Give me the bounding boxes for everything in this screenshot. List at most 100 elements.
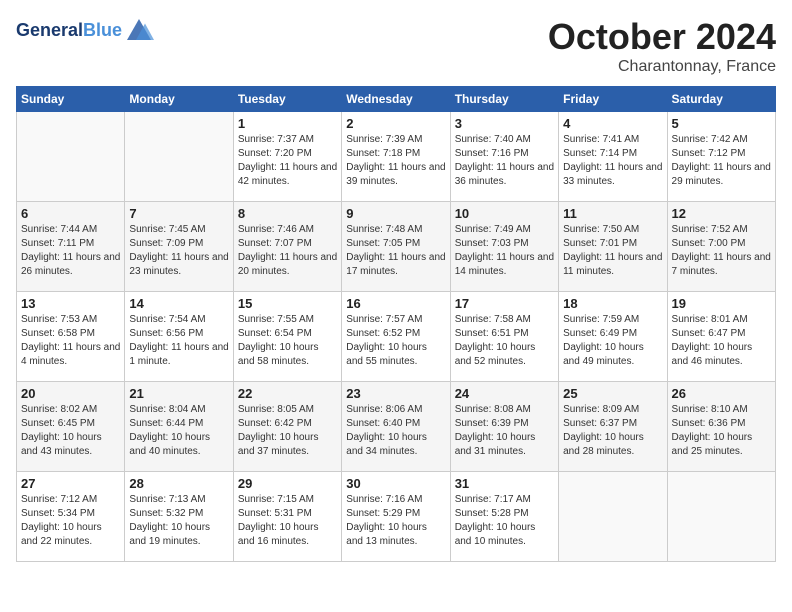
day-cell: 20 Sunrise: 8:02 AMSunset: 6:45 PMDayligh… xyxy=(17,382,125,472)
day-info: Sunrise: 7:58 AMSunset: 6:51 PMDaylight:… xyxy=(455,313,554,369)
day-cell: 26 Sunrise: 8:10 AMSunset: 6:36 PMDayligh… xyxy=(667,382,775,472)
day-info: Sunrise: 7:41 AMSunset: 7:14 PMDaylight:… xyxy=(563,133,662,189)
day-info: Sunrise: 7:53 AMSunset: 6:58 PMDaylight:… xyxy=(21,313,120,369)
day-number: 18 xyxy=(563,296,662,311)
header-cell-sunday: Sunday xyxy=(17,87,125,112)
day-number: 20 xyxy=(21,386,120,401)
day-cell: 10 Sunrise: 7:49 AMSunset: 7:03 PMDayligh… xyxy=(450,202,558,292)
day-info: Sunrise: 7:54 AMSunset: 6:56 PMDaylight:… xyxy=(129,313,228,369)
day-info: Sunrise: 7:13 AMSunset: 5:32 PMDaylight:… xyxy=(129,493,228,549)
day-number: 15 xyxy=(238,296,337,311)
day-cell: 14 Sunrise: 7:54 AMSunset: 6:56 PMDayligh… xyxy=(125,292,233,382)
day-number: 17 xyxy=(455,296,554,311)
header-cell-monday: Monday xyxy=(125,87,233,112)
day-cell: 3 Sunrise: 7:40 AMSunset: 7:16 PMDaylight… xyxy=(450,112,558,202)
day-cell: 25Sunrise: 8:09 AMSunset: 6:37 PMDayligh… xyxy=(559,382,667,472)
day-cell: 8 Sunrise: 7:46 AMSunset: 7:07 PMDaylight… xyxy=(233,202,341,292)
day-info: Sunrise: 8:10 AMSunset: 6:36 PMDaylight:… xyxy=(672,403,771,459)
day-cell: 18Sunrise: 7:59 AMSunset: 6:49 PMDayligh… xyxy=(559,292,667,382)
day-cell: 31Sunrise: 7:17 AMSunset: 5:28 PMDayligh… xyxy=(450,472,558,562)
day-info: Sunrise: 7:49 AMSunset: 7:03 PMDaylight:… xyxy=(455,223,554,279)
header-cell-wednesday: Wednesday xyxy=(342,87,450,112)
day-info: Sunrise: 8:01 AMSunset: 6:47 PMDaylight:… xyxy=(672,313,771,369)
month-title: October 2024 xyxy=(548,16,776,58)
day-cell: 16Sunrise: 7:57 AMSunset: 6:52 PMDayligh… xyxy=(342,292,450,382)
day-cell: 29 Sunrise: 7:15 AMSunset: 5:31 PMDayligh… xyxy=(233,472,341,562)
day-info: Sunrise: 7:42 AMSunset: 7:12 PMDaylight:… xyxy=(672,133,771,189)
day-info: Sunrise: 7:37 AMSunset: 7:20 PMDaylight:… xyxy=(238,133,337,189)
day-info: Sunrise: 7:52 AMSunset: 7:00 PMDaylight:… xyxy=(672,223,771,279)
day-info: Sunrise: 7:45 AMSunset: 7:09 PMDaylight:… xyxy=(129,223,228,279)
header-cell-friday: Friday xyxy=(559,87,667,112)
day-cell: 30 Sunrise: 7:16 AMSunset: 5:29 PMDayligh… xyxy=(342,472,450,562)
day-cell xyxy=(125,112,233,202)
location-title: Charantonnay, France xyxy=(548,58,776,76)
week-row-5: 27Sunrise: 7:12 AMSunset: 5:34 PMDayligh… xyxy=(17,472,776,562)
day-number: 10 xyxy=(455,206,554,221)
day-number: 5 xyxy=(672,116,771,131)
header-cell-saturday: Saturday xyxy=(667,87,775,112)
title-block: October 2024 Charantonnay, France xyxy=(548,16,776,76)
day-number: 31 xyxy=(455,476,554,491)
day-cell: 19 Sunrise: 8:01 AMSunset: 6:47 PMDayligh… xyxy=(667,292,775,382)
day-cell: 4 Sunrise: 7:41 AMSunset: 7:14 PMDaylight… xyxy=(559,112,667,202)
day-info: Sunrise: 7:48 AMSunset: 7:05 PMDaylight:… xyxy=(346,223,445,279)
day-number: 21 xyxy=(129,386,228,401)
day-info: Sunrise: 7:15 AMSunset: 5:31 PMDaylight:… xyxy=(238,493,337,549)
day-info: Sunrise: 7:55 AMSunset: 6:54 PMDaylight:… xyxy=(238,313,337,369)
header-row: SundayMondayTuesdayWednesdayThursdayFrid… xyxy=(17,87,776,112)
day-cell: 21 Sunrise: 8:04 AMSunset: 6:44 PMDayligh… xyxy=(125,382,233,472)
page-header: GeneralBlue October 2024 Charantonnay, F… xyxy=(16,16,776,76)
day-number: 2 xyxy=(346,116,445,131)
day-info: Sunrise: 8:08 AMSunset: 6:39 PMDaylight:… xyxy=(455,403,554,459)
day-cell: 9 Sunrise: 7:48 AMSunset: 7:05 PMDaylight… xyxy=(342,202,450,292)
day-info: Sunrise: 7:12 AMSunset: 5:34 PMDaylight:… xyxy=(21,493,120,549)
day-cell: 15 Sunrise: 7:55 AMSunset: 6:54 PMDayligh… xyxy=(233,292,341,382)
day-cell: 17 Sunrise: 7:58 AMSunset: 6:51 PMDayligh… xyxy=(450,292,558,382)
day-cell: 11Sunrise: 7:50 AMSunset: 7:01 PMDayligh… xyxy=(559,202,667,292)
day-info: Sunrise: 7:50 AMSunset: 7:01 PMDaylight:… xyxy=(563,223,662,279)
header-cell-thursday: Thursday xyxy=(450,87,558,112)
day-number: 3 xyxy=(455,116,554,131)
day-number: 26 xyxy=(672,386,771,401)
calendar-header: SundayMondayTuesdayWednesdayThursdayFrid… xyxy=(17,87,776,112)
day-info: Sunrise: 7:16 AMSunset: 5:29 PMDaylight:… xyxy=(346,493,445,549)
day-info: Sunrise: 7:44 AMSunset: 7:11 PMDaylight:… xyxy=(21,223,120,279)
day-info: Sunrise: 7:46 AMSunset: 7:07 PMDaylight:… xyxy=(238,223,337,279)
day-number: 29 xyxy=(238,476,337,491)
day-info: Sunrise: 8:04 AMSunset: 6:44 PMDaylight:… xyxy=(129,403,228,459)
day-number: 1 xyxy=(238,116,337,131)
day-cell xyxy=(559,472,667,562)
day-number: 4 xyxy=(563,116,662,131)
day-number: 12 xyxy=(672,206,771,221)
day-info: Sunrise: 8:05 AMSunset: 6:42 PMDaylight:… xyxy=(238,403,337,459)
day-number: 25 xyxy=(563,386,662,401)
day-number: 13 xyxy=(21,296,120,311)
day-cell: 28Sunrise: 7:13 AMSunset: 5:32 PMDayligh… xyxy=(125,472,233,562)
day-cell xyxy=(667,472,775,562)
day-info: Sunrise: 7:40 AMSunset: 7:16 PMDaylight:… xyxy=(455,133,554,189)
day-number: 19 xyxy=(672,296,771,311)
day-cell xyxy=(17,112,125,202)
day-cell: 13 Sunrise: 7:53 AMSunset: 6:58 PMDayligh… xyxy=(17,292,125,382)
day-number: 9 xyxy=(346,206,445,221)
logo: GeneralBlue xyxy=(16,16,154,46)
day-cell: 2Sunrise: 7:39 AMSunset: 7:18 PMDaylight… xyxy=(342,112,450,202)
logo-text: GeneralBlue xyxy=(16,21,122,41)
calendar-table: SundayMondayTuesdayWednesdayThursdayFrid… xyxy=(16,86,776,562)
calendar-body: 1 Sunrise: 7:37 AMSunset: 7:20 PMDaylight… xyxy=(17,112,776,562)
day-number: 30 xyxy=(346,476,445,491)
day-number: 14 xyxy=(129,296,228,311)
day-cell: 6Sunrise: 7:44 AMSunset: 7:11 PMDaylight… xyxy=(17,202,125,292)
day-cell: 23Sunrise: 8:06 AMSunset: 6:40 PMDayligh… xyxy=(342,382,450,472)
day-info: Sunrise: 8:02 AMSunset: 6:45 PMDaylight:… xyxy=(21,403,120,459)
day-number: 22 xyxy=(238,386,337,401)
day-cell: 27Sunrise: 7:12 AMSunset: 5:34 PMDayligh… xyxy=(17,472,125,562)
logo-icon xyxy=(124,16,154,46)
week-row-1: 1 Sunrise: 7:37 AMSunset: 7:20 PMDaylight… xyxy=(17,112,776,202)
day-number: 8 xyxy=(238,206,337,221)
header-cell-tuesday: Tuesday xyxy=(233,87,341,112)
day-cell: 5 Sunrise: 7:42 AMSunset: 7:12 PMDaylight… xyxy=(667,112,775,202)
day-cell: 24Sunrise: 8:08 AMSunset: 6:39 PMDayligh… xyxy=(450,382,558,472)
week-row-4: 20 Sunrise: 8:02 AMSunset: 6:45 PMDayligh… xyxy=(17,382,776,472)
